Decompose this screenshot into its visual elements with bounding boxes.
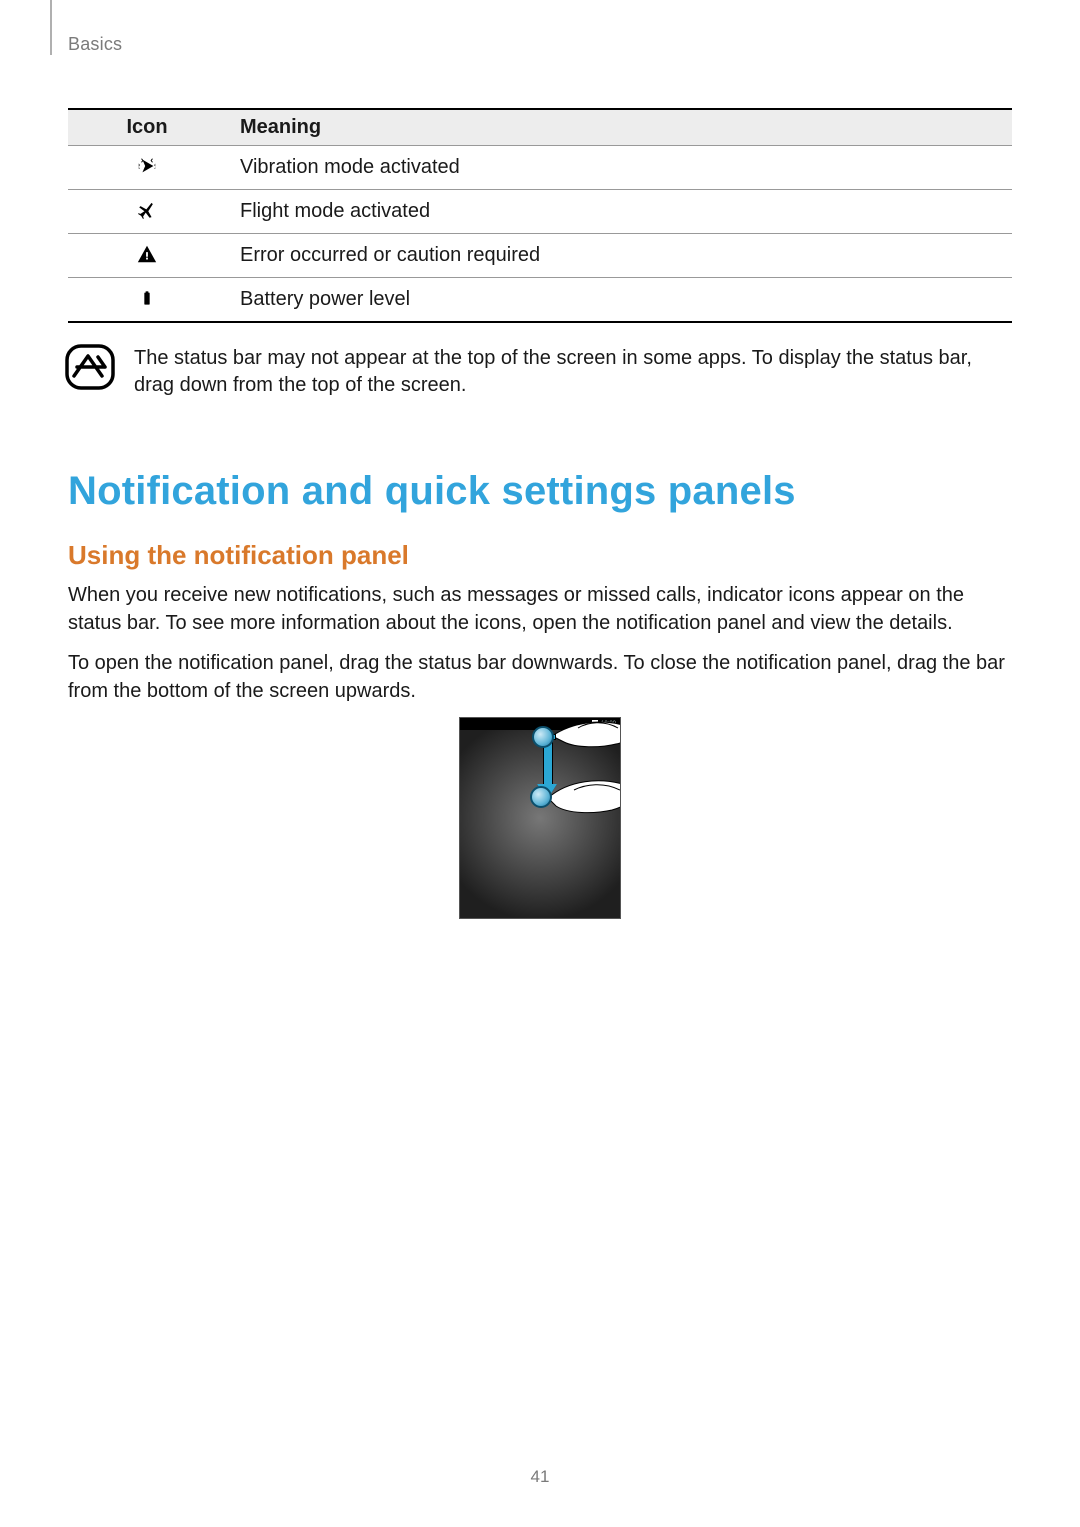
touch-point-icon xyxy=(532,726,554,748)
table-header-icon: Icon xyxy=(68,109,226,146)
drag-down-illustration: 10:00 xyxy=(459,717,621,919)
page-number: 41 xyxy=(0,1467,1080,1487)
note-text: The status bar may not appear at the top… xyxy=(134,343,1012,399)
body-paragraph: To open the notification panel, drag the… xyxy=(68,649,1012,705)
table-cell-meaning: Battery power level xyxy=(226,278,1012,323)
warning-icon xyxy=(133,240,161,268)
table-row: Error occurred or caution required xyxy=(68,234,1012,278)
table-cell-meaning: Vibration mode activated xyxy=(226,146,1012,190)
vibration-icon xyxy=(133,152,161,180)
airplane-icon xyxy=(133,196,161,224)
subsection-heading: Using the notification panel xyxy=(68,540,1012,571)
table-row: Flight mode activated xyxy=(68,190,1012,234)
icon-meaning-table: Icon Meaning Vibration mode activate xyxy=(68,108,1012,323)
section-heading: Notification and quick settings panels xyxy=(68,469,1012,514)
table-row: Battery power level xyxy=(68,278,1012,323)
touch-point-icon xyxy=(530,786,552,808)
note-block: The status bar may not appear at the top… xyxy=(68,343,1012,399)
note-icon xyxy=(64,343,116,391)
table-row: Vibration mode activated xyxy=(68,146,1012,190)
table-header-meaning: Meaning xyxy=(226,109,1012,146)
header-rule xyxy=(50,0,52,55)
table-cell-meaning: Flight mode activated xyxy=(226,190,1012,234)
battery-icon xyxy=(133,284,161,312)
table-cell-meaning: Error occurred or caution required xyxy=(226,234,1012,278)
header-section-label: Basics xyxy=(68,34,122,55)
body-paragraph: When you receive new notifications, such… xyxy=(68,581,1012,637)
